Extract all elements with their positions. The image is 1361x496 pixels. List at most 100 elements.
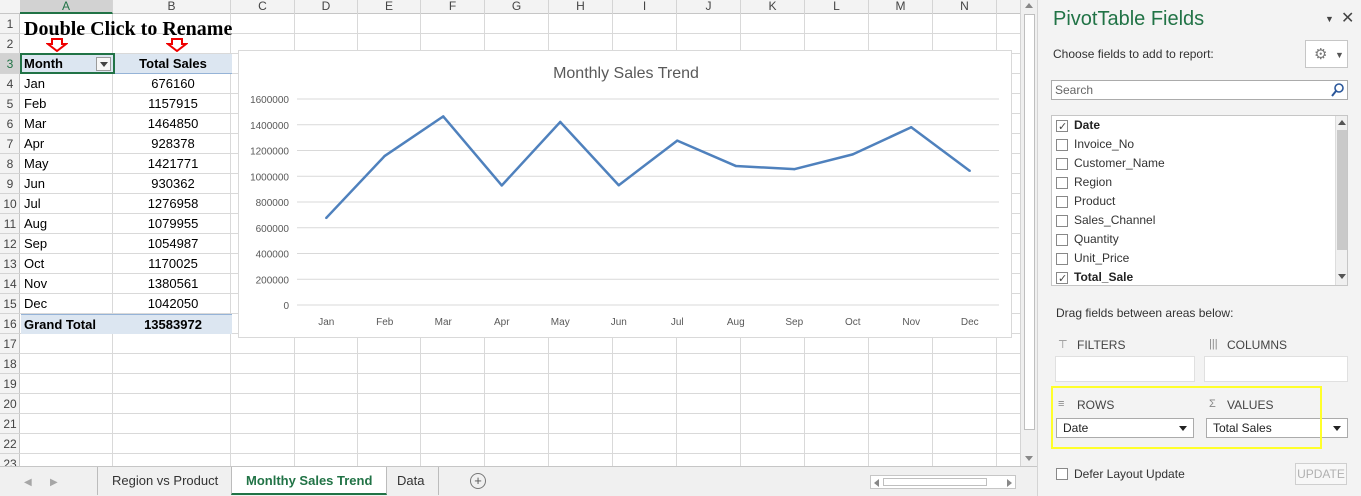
row-header[interactable]: 18 xyxy=(0,354,20,374)
horizontal-scrollbar[interactable] xyxy=(870,475,1016,489)
update-button[interactable]: UPDATE xyxy=(1295,463,1347,485)
column-header[interactable]: E xyxy=(358,0,421,14)
scroll-up-icon[interactable] xyxy=(1338,120,1346,125)
row-header[interactable]: 22 xyxy=(0,434,20,454)
field-item[interactable]: Region xyxy=(1056,173,1326,192)
search-icon[interactable] xyxy=(1330,82,1346,98)
row-header[interactable]: 1 xyxy=(0,14,20,34)
worksheet[interactable]: ABCDEFGHIJKLMN 1 2 3 4 5 6 7 8 9 10 11 12 13 14 15 16 17… xyxy=(0,0,1020,466)
field-item[interactable]: Customer_Name xyxy=(1056,154,1326,173)
new-sheet-icon[interactable]: + xyxy=(470,473,486,489)
pivot-row-value[interactable]: 1170025 xyxy=(114,254,232,274)
pivot-row-label[interactable]: Feb xyxy=(21,94,114,114)
column-header[interactable]: A xyxy=(20,0,113,14)
row-header[interactable]: 4 xyxy=(0,74,20,94)
pivot-row-value[interactable]: 1380561 xyxy=(114,274,232,294)
pivot-row-label[interactable]: Dec xyxy=(21,294,114,314)
field-checkbox[interactable] xyxy=(1056,139,1068,151)
column-header[interactable]: C xyxy=(231,0,295,14)
field-list-scroll-thumb[interactable] xyxy=(1337,130,1347,250)
pivot-row-label[interactable]: Jan xyxy=(21,74,114,94)
row-header[interactable]: 2 xyxy=(0,34,20,54)
tab-data[interactable]: Data xyxy=(383,467,440,495)
tab-scroll-left-icon[interactable]: ◀ xyxy=(24,477,32,488)
pivot-row-value[interactable]: 1157915 xyxy=(114,94,232,114)
scroll-down-icon[interactable] xyxy=(1338,274,1346,279)
column-header[interactable]: K xyxy=(741,0,805,14)
field-checkbox[interactable] xyxy=(1056,270,1068,285)
pivot-row-label[interactable]: Apr xyxy=(21,134,114,154)
pivot-row-value[interactable]: 1464850 xyxy=(114,114,232,134)
pivot-row-label[interactable]: Jun xyxy=(21,174,114,194)
pivot-row-label[interactable]: Aug xyxy=(21,214,114,234)
field-checkbox[interactable] xyxy=(1056,177,1068,189)
column-header[interactable]: F xyxy=(421,0,485,14)
column-header[interactable]: G xyxy=(485,0,549,14)
field-checkbox[interactable] xyxy=(1056,253,1068,265)
pivot-row-value[interactable]: 1079955 xyxy=(114,214,232,234)
field-checkbox[interactable] xyxy=(1056,215,1068,227)
filters-area[interactable] xyxy=(1055,356,1195,382)
pivot-row-value[interactable]: 676160 xyxy=(114,74,232,94)
column-header[interactable]: M xyxy=(869,0,933,14)
close-icon[interactable]: ✕ xyxy=(1341,8,1354,28)
pivot-row-label[interactable]: Sep xyxy=(21,234,114,254)
row-header[interactable]: 13 xyxy=(0,254,20,274)
field-checkbox[interactable] xyxy=(1056,118,1068,137)
pivot-row-label[interactable]: May xyxy=(21,154,114,174)
row-header[interactable]: 17 xyxy=(0,334,20,354)
horizontal-scroll-thumb[interactable] xyxy=(883,478,987,486)
column-header[interactable]: D xyxy=(295,0,358,14)
columns-area[interactable] xyxy=(1204,356,1348,382)
row-header[interactable]: 7 xyxy=(0,134,20,154)
line-chart[interactable]: Monthly Sales Trend 0 200000 400000 600000 80… xyxy=(238,50,1012,338)
field-item[interactable]: Quantity xyxy=(1056,230,1326,249)
chevron-down-icon[interactable] xyxy=(1333,426,1341,431)
grand-total-label[interactable]: Grand Total xyxy=(21,314,114,334)
row-label-filter-button[interactable] xyxy=(96,57,111,71)
row-header[interactable]: 9 xyxy=(0,174,20,194)
row-header[interactable]: 15 xyxy=(0,294,20,314)
chevron-down-icon[interactable]: ▼ xyxy=(1325,14,1334,24)
scroll-left-icon[interactable] xyxy=(874,479,879,487)
field-item[interactable]: Product xyxy=(1056,192,1326,211)
field-item[interactable]: Date xyxy=(1056,116,1326,137)
scroll-down-icon[interactable] xyxy=(1025,456,1033,461)
row-header[interactable]: 11 xyxy=(0,214,20,234)
row-header[interactable]: 19 xyxy=(0,374,20,394)
pivot-row-value[interactable]: 1042050 xyxy=(114,294,232,314)
row-header[interactable]: 14 xyxy=(0,274,20,294)
column-header[interactable]: B xyxy=(113,0,231,14)
row-header[interactable]: 20 xyxy=(0,394,20,414)
pivot-header-total-sales[interactable]: Total Sales xyxy=(114,54,232,74)
tab-scroll-right-icon[interactable]: ▶ xyxy=(50,477,58,488)
row-header[interactable]: 8 xyxy=(0,154,20,174)
scroll-up-icon[interactable] xyxy=(1025,3,1033,8)
row-header[interactable]: 16 xyxy=(0,314,20,334)
field-item[interactable]: Invoice_No xyxy=(1056,135,1326,154)
row-header[interactable]: 21 xyxy=(0,414,20,434)
grand-total-value[interactable]: 13583972 xyxy=(114,314,232,334)
pivot-row-label[interactable]: Mar xyxy=(21,114,114,134)
pivot-row-label[interactable]: Oct xyxy=(21,254,114,274)
vertical-scroll-thumb[interactable] xyxy=(1024,14,1035,430)
pivot-row-value[interactable]: 1276958 xyxy=(114,194,232,214)
scroll-right-icon[interactable] xyxy=(1007,479,1012,487)
column-header[interactable]: I xyxy=(613,0,677,14)
field-list[interactable]: Date Invoice_No Customer_Name Region Product… xyxy=(1051,115,1348,286)
pivot-row-label[interactable]: Nov xyxy=(21,274,114,294)
row-header[interactable]: 6 xyxy=(0,114,20,134)
row-header[interactable]: 3 xyxy=(0,54,20,74)
field-checkbox[interactable] xyxy=(1056,158,1068,170)
field-search-input[interactable]: Search xyxy=(1051,80,1348,100)
field-checkbox[interactable] xyxy=(1056,234,1068,246)
row-header[interactable]: 5 xyxy=(0,94,20,114)
vertical-scrollbar[interactable] xyxy=(1020,0,1037,466)
pivot-row-label[interactable]: Jul xyxy=(21,194,114,214)
column-header[interactable]: L xyxy=(805,0,869,14)
defer-layout-checkbox[interactable] xyxy=(1056,468,1068,480)
field-item[interactable]: Total_Sale xyxy=(1056,268,1326,285)
row-header[interactable]: 12 xyxy=(0,234,20,254)
column-header[interactable]: J xyxy=(677,0,741,14)
column-header[interactable]: H xyxy=(549,0,613,14)
